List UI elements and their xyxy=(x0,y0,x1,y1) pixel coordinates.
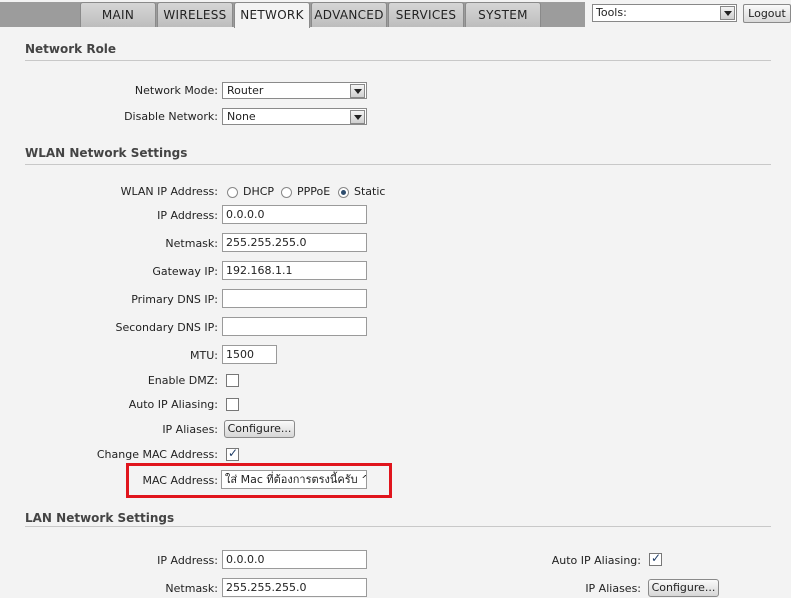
change-mac-checkbox[interactable]: ✓ xyxy=(226,446,239,461)
wlan-auto-ip-aliasing-checkbox[interactable] xyxy=(226,398,239,411)
enable-dmz-label: Enable DMZ: xyxy=(147,374,218,387)
network-mode-label: Network Mode: xyxy=(134,84,218,97)
wlan-netmask-label: Netmask: xyxy=(165,237,218,250)
wlan-ip-aliases-label: IP Aliases: xyxy=(162,423,218,436)
tab-services[interactable]: SERVICES xyxy=(388,2,464,27)
tab-system[interactable]: SYSTEM xyxy=(465,2,541,27)
radio-static-label: Static xyxy=(354,185,386,198)
disable-network-select[interactable]: None xyxy=(222,108,367,125)
wlan-ip-label: IP Address: xyxy=(157,209,218,222)
secondary-dns-label: Secondary DNS IP: xyxy=(115,321,218,334)
lan-ip-aliases-label: IP Aliases: xyxy=(585,582,641,595)
wlan-auto-ip-aliasing-label: Auto IP Aliasing: xyxy=(128,398,218,411)
mac-address-label: MAC Address: xyxy=(142,474,218,487)
divider xyxy=(25,164,771,165)
tab-advanced[interactable]: ADVANCED xyxy=(311,2,387,27)
network-mode-value: Router xyxy=(227,84,264,97)
primary-dns-label: Primary DNS IP: xyxy=(131,293,218,306)
mac-address-input[interactable]: ใส่ Mac ที่ต้องการตรงนี้ครับ ^^ xyxy=(221,470,367,489)
primary-dns-input[interactable] xyxy=(222,289,367,308)
check-icon: ✓ xyxy=(228,446,239,460)
lan-settings-title: LAN Network Settings xyxy=(25,511,175,525)
lan-configure-button[interactable]: Configure... xyxy=(648,579,719,597)
wlan-gateway-input[interactable]: 192.168.1.1 xyxy=(222,261,367,280)
top-bar: MAIN WIRELESS NETWORK ADVANCED SERVICES … xyxy=(0,0,791,28)
lan-ip-input[interactable]: 0.0.0.0 xyxy=(222,550,367,569)
disable-network-value: None xyxy=(227,110,256,123)
lan-netmask-input[interactable]: 255.255.255.0 xyxy=(222,578,367,597)
wlan-configure-button[interactable]: Configure... xyxy=(224,420,295,438)
lan-auto-ip-aliasing-checkbox[interactable]: ✓ xyxy=(649,551,662,566)
disable-network-label: Disable Network: xyxy=(124,110,218,123)
logout-button[interactable]: Logout xyxy=(743,4,791,23)
tools-dropdown[interactable]: Tools: xyxy=(592,4,737,22)
radio-dhcp[interactable] xyxy=(227,187,238,198)
wlan-ip-mode-label: WLAN IP Address: xyxy=(120,185,218,198)
enable-dmz-checkbox[interactable] xyxy=(226,374,239,387)
wlan-netmask-input[interactable]: 255.255.255.0 xyxy=(222,233,367,252)
divider xyxy=(25,60,771,61)
lan-netmask-label: Netmask: xyxy=(165,582,218,595)
secondary-dns-input[interactable] xyxy=(222,317,367,336)
radio-pppoe-label: PPPoE xyxy=(297,185,331,198)
wlan-ip-input[interactable]: 0.0.0.0 xyxy=(222,205,367,224)
check-icon: ✓ xyxy=(651,551,662,565)
radio-dhcp-label: DHCP xyxy=(243,185,275,198)
tools-dropdown-value: Tools: xyxy=(596,6,627,19)
wlan-settings-title: WLAN Network Settings xyxy=(25,146,188,160)
tab-network[interactable]: NETWORK xyxy=(234,2,310,28)
radio-static[interactable] xyxy=(338,187,349,198)
lan-ip-label: IP Address: xyxy=(157,554,218,567)
radio-pppoe[interactable] xyxy=(281,187,292,198)
mtu-input[interactable]: 1500 xyxy=(222,345,277,364)
network-mode-select[interactable]: Router xyxy=(222,82,367,99)
chevron-down-icon[interactable] xyxy=(720,6,735,20)
mtu-label: MTU: xyxy=(190,349,218,362)
divider xyxy=(25,526,771,527)
tab-wireless[interactable]: WIRELESS xyxy=(157,2,233,27)
change-mac-label: Change MAC Address: xyxy=(96,448,218,461)
lan-auto-ip-aliasing-label: Auto IP Aliasing: xyxy=(551,554,641,567)
tab-main[interactable]: MAIN xyxy=(80,2,156,27)
chevron-down-icon[interactable] xyxy=(350,110,365,124)
network-role-title: Network Role xyxy=(25,42,117,56)
chevron-down-icon[interactable] xyxy=(350,84,365,98)
wlan-gateway-label: Gateway IP: xyxy=(152,265,218,278)
